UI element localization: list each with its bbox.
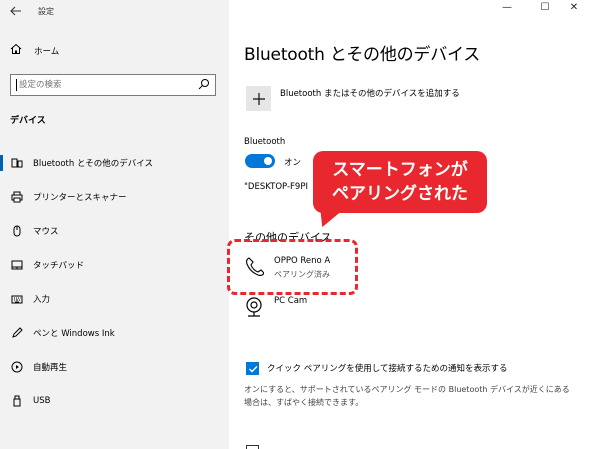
sidebar-item-label: プリンターとスキャナー [33, 193, 127, 203]
main-pane: Bluetooth とその他のデバイス Bluetooth またはその他のデバイ… [229, 0, 589, 449]
touchpad-icon [10, 258, 24, 272]
add-device-button[interactable] [246, 86, 271, 111]
search-input[interactable] [19, 78, 189, 92]
sidebar-item-printers[interactable]: プリンターとスキャナー [0, 180, 229, 214]
bluetooth-devices-icon [10, 156, 24, 170]
sidebar: 設定 ホーム デバイス Bluetooth とその他のデバイス プリンターとスキ… [0, 0, 229, 449]
printer-icon [10, 190, 24, 204]
toggle-knob [264, 157, 272, 165]
usb-icon [10, 394, 24, 408]
search-box[interactable] [10, 74, 216, 96]
bluetooth-heading: Bluetooth [244, 137, 286, 147]
annotation-callout-text: スマートフォンが ペアリングされた [313, 158, 487, 206]
mouse-icon [10, 224, 24, 238]
pen-icon [10, 326, 24, 340]
discoverable-name: "DESKTOP-F9PI [244, 182, 308, 192]
check-icon [248, 365, 257, 372]
device-item-webcam[interactable]: PC Cam [244, 296, 308, 317]
sidebar-item-label: Bluetooth とその他のデバイス [33, 159, 153, 169]
bluetooth-toggle[interactable] [245, 154, 275, 168]
sidebar-item-touchpad[interactable]: タッチパッド [0, 248, 229, 282]
autoplay-icon [10, 360, 24, 374]
swift-pair-description: オンにすると、サポートされているペアリング モードの Bluetooth デバイ… [244, 385, 570, 407]
sidebar-item-bluetooth[interactable]: Bluetooth とその他のデバイス [0, 146, 229, 180]
keyboard-icon [10, 292, 24, 306]
sidebar-item-label: USB [33, 396, 51, 406]
sidebar-item-autoplay[interactable]: 自動再生 [0, 350, 229, 384]
window-title: 設定 [38, 7, 54, 16]
sidebar-item-home[interactable]: ホーム [10, 43, 59, 58]
section-title: デバイス [10, 116, 46, 126]
add-device-label[interactable]: Bluetooth またはその他のデバイスを追加する [280, 87, 460, 99]
device-name: PC Cam [274, 296, 308, 306]
sidebar-item-pen[interactable]: ペンと Windows Ink [0, 316, 229, 350]
home-icon [10, 43, 24, 58]
sidebar-item-label: 自動再生 [33, 363, 68, 373]
search-icon[interactable] [198, 78, 210, 90]
annotation-highlight-box [227, 239, 358, 295]
sidebar-item-mouse[interactable]: マウス [0, 214, 229, 248]
next-checkbox-partial[interactable] [246, 445, 259, 449]
swift-pair-label[interactable]: クイック ペアリングを使用して接続するための通知を表示する [267, 362, 507, 374]
text-cursor [16, 79, 17, 91]
sidebar-item-usb[interactable]: USB [0, 384, 229, 418]
sidebar-item-label: マウス [33, 227, 59, 237]
sidebar-item-input[interactable]: 入力 [0, 282, 229, 316]
page-title: Bluetooth とその他のデバイス [244, 45, 481, 65]
back-arrow-icon[interactable] [9, 4, 23, 18]
home-label: ホーム [34, 46, 60, 57]
toggle-state-label: オン [284, 158, 302, 168]
plus-icon [252, 92, 265, 105]
annotation-line-2: ペアリングされた [332, 184, 468, 204]
sidebar-item-label: 入力 [33, 295, 51, 305]
webcam-icon [244, 296, 264, 317]
sidebar-item-label: タッチパッド [33, 261, 85, 271]
sidebar-item-label: ペンと Windows Ink [33, 329, 115, 339]
swift-pair-checkbox[interactable] [246, 362, 259, 375]
sidebar-nav: Bluetooth とその他のデバイス プリンターとスキャナー マウス タッチパ… [0, 146, 229, 418]
annotation-line-1: スマートフォンが [332, 160, 468, 180]
